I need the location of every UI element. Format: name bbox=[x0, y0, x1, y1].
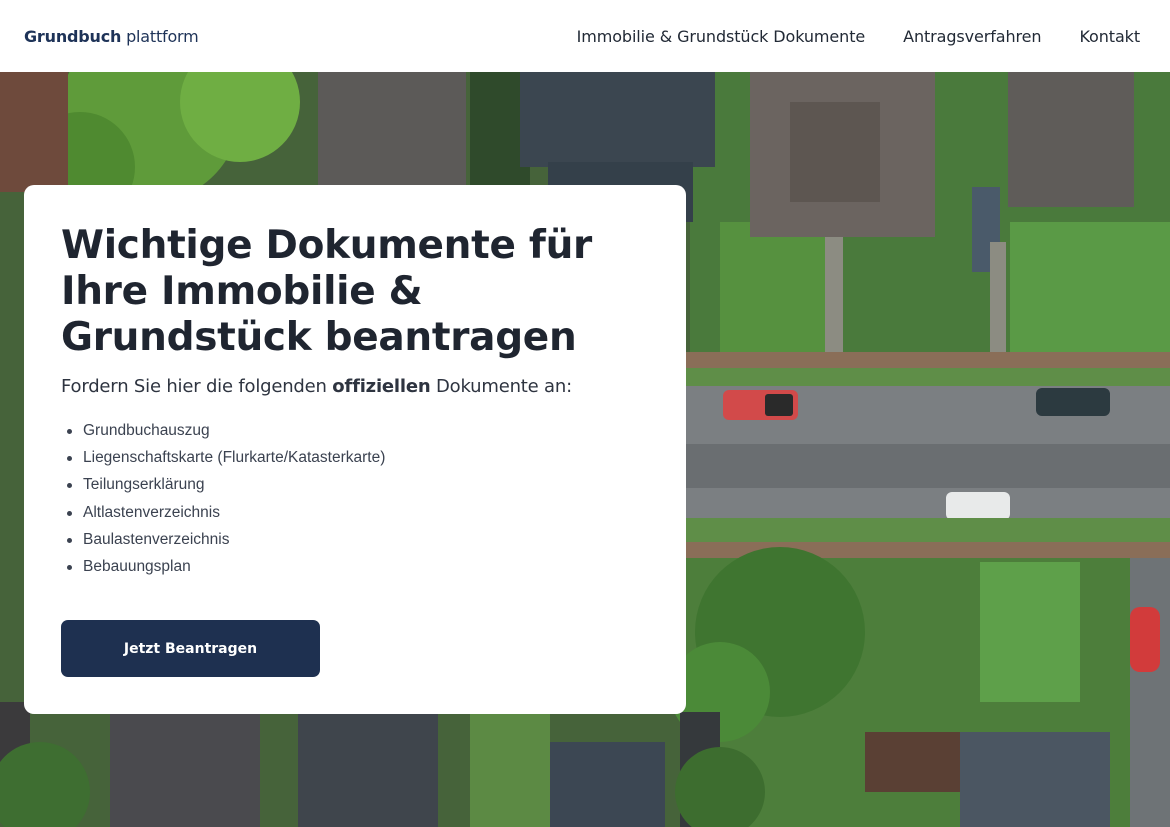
logo-bold-text: Grundbuch bbox=[24, 26, 122, 46]
subtitle-pre: Fordern Sie hier die folgenden bbox=[61, 376, 333, 397]
site-logo[interactable]: Grundbuch plattform bbox=[24, 27, 199, 46]
nav-link-dokumente[interactable]: Immobilie & Grundstück Dokumente bbox=[577, 27, 866, 46]
nav-link-antragsverfahren[interactable]: Antragsverfahren bbox=[903, 27, 1041, 46]
document-item-grundbuchauszug: Grundbuchauszug bbox=[61, 417, 650, 444]
subtitle-bold: offiziellen bbox=[332, 376, 431, 397]
document-item-teilungserklaerung: Teilungserklärung bbox=[61, 471, 650, 498]
subtitle-post: Dokumente an: bbox=[430, 376, 572, 397]
logo-light-text: plattform bbox=[126, 26, 199, 46]
main-nav: Immobilie & Grundstück Dokumente Antrags… bbox=[577, 27, 1140, 46]
document-item-baulastenverzeichnis: Baulastenverzeichnis bbox=[61, 526, 650, 553]
hero-subtitle: Fordern Sie hier die folgenden offiziell… bbox=[61, 376, 650, 397]
document-item-altlastenverzeichnis: Altlastenverzeichnis bbox=[61, 499, 650, 526]
jetzt-beantragen-button[interactable]: Jetzt Beantragen bbox=[61, 620, 320, 677]
site-header: Grundbuch plattform Immobilie & Grundstü… bbox=[0, 0, 1170, 72]
document-list: Grundbuchauszug Liegenschaftskarte (Flur… bbox=[61, 417, 650, 580]
document-item-liegenschaftskarte: Liegenschaftskarte (Flurkarte/Katasterka… bbox=[61, 444, 650, 471]
hero-card: Wichtige Dokumente für Ihre Immobilie & … bbox=[24, 185, 686, 714]
document-item-bebauungsplan: Bebauungsplan bbox=[61, 553, 650, 580]
hero-title: Wichtige Dokumente für Ihre Immobilie & … bbox=[61, 223, 592, 360]
nav-link-kontakt[interactable]: Kontakt bbox=[1079, 27, 1140, 46]
